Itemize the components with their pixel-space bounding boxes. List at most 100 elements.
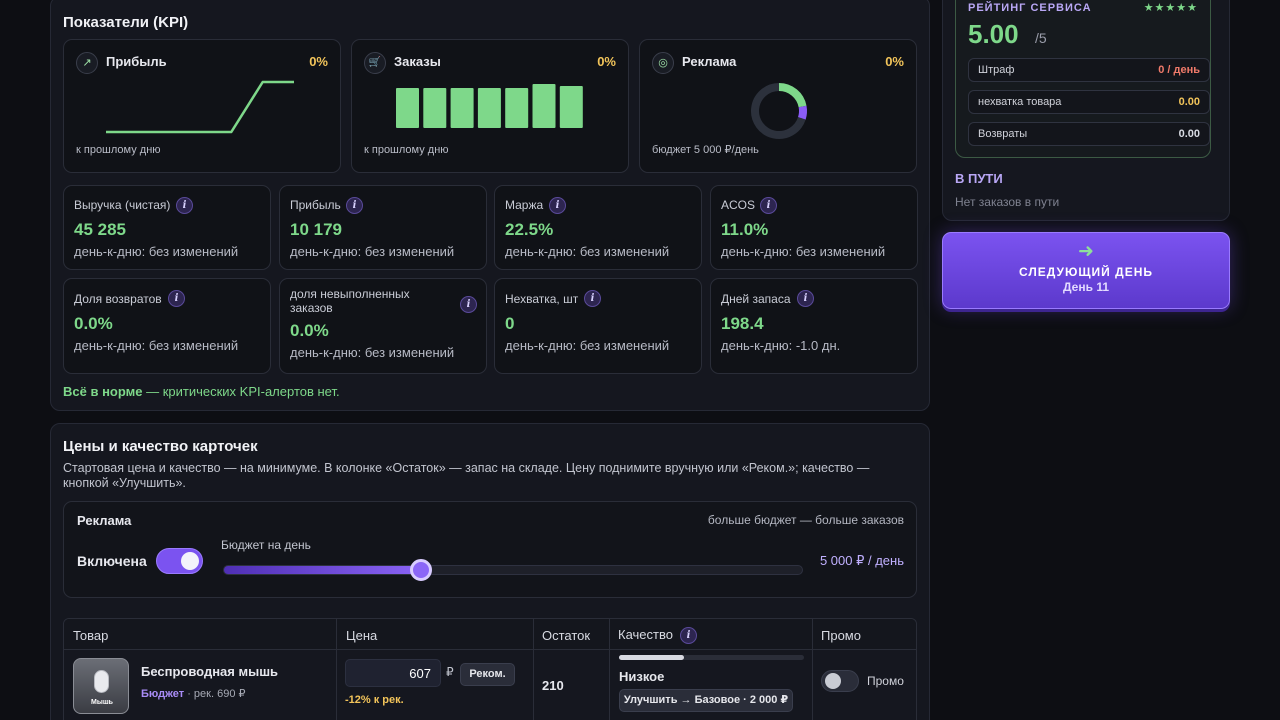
rating-row-label: Возвраты <box>978 128 1028 140</box>
rating-row-shortage: нехватка товара 0.00 <box>968 90 1210 114</box>
prices-panel: Цены и качество карточек Стартовая цена … <box>50 423 930 720</box>
metric-sub: день-к-дню: без изменений <box>505 338 670 353</box>
ads-hint: больше бюджет — больше заказов <box>707 513 904 527</box>
product-thumbnail: Мышь <box>73 658 129 714</box>
profit-kpi-title: Прибыль <box>106 54 167 69</box>
info-icon[interactable]: i <box>680 627 697 644</box>
metric-value: 0.0% <box>74 314 113 333</box>
metric-sub: день-к-дню: без изменений <box>74 338 239 353</box>
quality-bar-fill <box>619 655 684 660</box>
products-table: Товар Цена Остаток Качество i Промо Мышь… <box>63 618 917 720</box>
kpi-alert-status: Всё в норме — критических KPI-алертов не… <box>63 384 340 399</box>
kpi-alert-text: — критических KPI-алертов нет. <box>142 384 340 399</box>
metric-shortage: Нехватка, шт i 0 день-к-дню: без изменен… <box>494 278 702 374</box>
metric-value: 198.4 <box>721 314 764 333</box>
orders-kpi-foot: к прошлому дню <box>364 144 449 156</box>
metric-value: 22.5% <box>505 220 554 239</box>
toggle-knob <box>181 552 199 570</box>
info-icon[interactable]: i <box>460 296 477 313</box>
metric-label: ACOS <box>721 198 756 212</box>
product-segment: Бюджет · рек. 690 ₽ <box>141 687 246 700</box>
sparkbar-5 <box>532 84 556 128</box>
ads-toggle[interactable] <box>156 548 203 574</box>
next-day-button[interactable]: ➜ СЛЕДУЮЩИЙ ДЕНЬ День 11 <box>942 232 1230 309</box>
promo-toggle[interactable] <box>821 670 859 692</box>
info-icon[interactable]: i <box>168 290 185 307</box>
table-row: Мышь Беспроводная мышь Бюджет · рек. 690… <box>64 650 916 720</box>
metric-label: Маржа <box>505 198 544 212</box>
info-icon[interactable]: i <box>346 197 363 214</box>
budget-slider-fill <box>224 566 421 574</box>
mouse-icon <box>94 670 109 693</box>
metric-label: Прибыль <box>290 198 341 212</box>
price-input-value: 607 <box>409 666 431 681</box>
budget-slider-handle[interactable] <box>409 559 432 581</box>
metric-value: 0 <box>505 314 515 333</box>
ads-kpi-card: ◎ Реклама 0% бюджет 5 000 ₽/день <box>639 39 917 173</box>
toggle-knob <box>825 673 841 689</box>
price-note: -12% к рек. <box>345 694 404 706</box>
product-segment-name: Бюджет <box>141 688 185 700</box>
info-icon[interactable]: i <box>797 290 814 307</box>
ads-title: Реклама <box>77 513 132 528</box>
metric-sub: день-к-дню: без изменений <box>290 345 455 360</box>
info-icon[interactable]: i <box>176 197 193 214</box>
stock-value: 210 <box>542 678 564 693</box>
metric-unfulfilled-share: доля невыполненных заказов i 0.0% день-к… <box>279 278 487 374</box>
target-icon: ◎ <box>652 52 674 74</box>
info-icon[interactable]: i <box>549 197 566 214</box>
rating-row-value: 0 / день <box>1158 64 1200 76</box>
sparkbar-2 <box>450 88 474 128</box>
next-day-label: СЛЕДУЮЩИЙ ДЕНЬ <box>1019 265 1153 279</box>
kpi-panel: Показатели (KPI) ↗ Прибыль 0% к прошлому… <box>50 0 930 411</box>
metric-sub: день-к-дню: без изменений <box>74 244 239 259</box>
sparkbar-3 <box>477 88 501 128</box>
rating-row-value: 0.00 <box>1178 128 1200 140</box>
metric-days-of-stock: Дней запаса i 198.4 день-к-дню: -1.0 дн. <box>710 278 918 374</box>
col-header-product: Товар <box>73 628 109 643</box>
thumbnail-label: Мышь <box>91 699 113 706</box>
price-input[interactable]: 607 <box>345 659 441 687</box>
ads-kpi-foot: бюджет 5 000 ₽/день <box>652 144 759 156</box>
col-header-promo: Промо <box>821 628 861 643</box>
kpi-alert-bold: Всё в норме <box>63 384 143 399</box>
rating-row-label: Штраф <box>978 64 1015 76</box>
rating-row-penalty: Штраф 0 / день <box>968 58 1210 82</box>
rating-max: /5 <box>1035 30 1047 46</box>
info-icon[interactable]: i <box>584 290 601 307</box>
rating-row-returns: Возвраты 0.00 <box>968 122 1210 146</box>
metric-sub: день-к-дню: без изменений <box>505 244 670 259</box>
metric-label: Нехватка, шт <box>505 292 579 306</box>
metric-acos: ACOS i 11.0% день-к-дню: без изменений <box>710 185 918 270</box>
ads-enabled-label: Включена <box>77 553 147 569</box>
recommend-price-button[interactable]: Реком. <box>460 663 515 686</box>
ads-kpi-title: Реклама <box>682 54 737 69</box>
profit-kpi-card: ↗ Прибыль 0% к прошлому дню <box>63 39 341 173</box>
arrow-right-icon: ➜ <box>1078 241 1094 262</box>
sparkline-series <box>106 80 294 134</box>
budget-label: Бюджет на день <box>221 538 311 552</box>
transit-empty: Нет заказов в пути <box>955 195 1060 209</box>
upgrade-quality-button[interactable]: Улучшить → Базовое · 2 000 ₽ <box>619 689 793 712</box>
profit-sparkline <box>106 80 294 134</box>
metric-label: доля невыполненных заказов <box>290 287 410 315</box>
metric-label: Доля возвратов <box>74 292 162 306</box>
quality-bar <box>619 655 804 660</box>
rating-row-value: 0.00 <box>1178 96 1200 108</box>
metric-revenue: Выручка (чистая) i 45 285 день-к-дню: бе… <box>63 185 271 270</box>
transit-title: В ПУТИ <box>955 171 1003 186</box>
rating-row-label: нехватка товара <box>978 96 1062 108</box>
cart-icon: 🛒 <box>364 52 386 74</box>
profit-kpi-foot: к прошлому дню <box>76 144 161 156</box>
profit-kpi-pct: 0% <box>309 54 328 69</box>
info-icon[interactable]: i <box>760 197 777 214</box>
metric-sub: день-к-дню: без изменений <box>290 244 455 259</box>
metric-returns-share: Доля возвратов i 0.0% день-к-дню: без из… <box>63 278 271 374</box>
orders-sparkbars <box>396 84 583 128</box>
next-day-number: День 11 <box>1062 280 1109 294</box>
budget-slider-track[interactable] <box>223 559 803 581</box>
prices-description: Стартовая цена и качество — на минимуме.… <box>63 461 870 490</box>
kpi-title: Показатели (KPI) <box>63 14 189 31</box>
metric-profit: Прибыль i 10 179 день-к-дню: без изменен… <box>279 185 487 270</box>
col-header-stock: Остаток <box>542 628 591 643</box>
